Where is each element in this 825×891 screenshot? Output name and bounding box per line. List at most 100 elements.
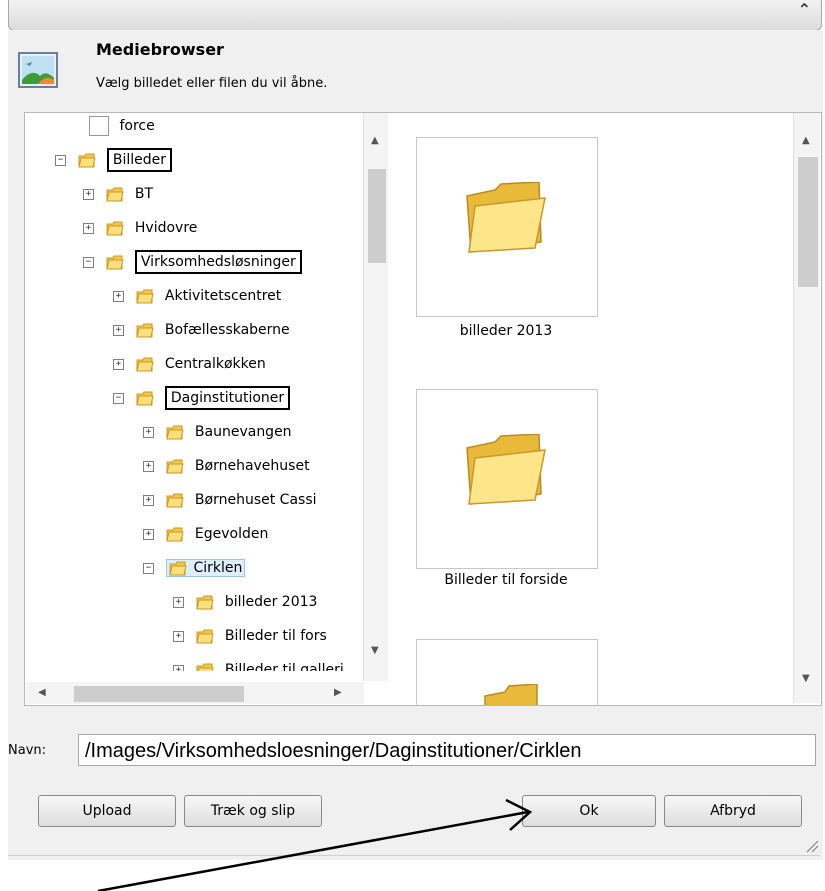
tree-node-billeder-2013[interactable]: + billeder 2013 xyxy=(173,591,317,613)
scroll-up-icon[interactable]: ▲ xyxy=(371,135,379,146)
folder-tree-pane[interactable]: force − Billeder + BT + Hvidovre − Virks… xyxy=(24,112,390,706)
file-icon xyxy=(89,116,109,136)
folder-icon xyxy=(196,663,215,671)
tree-node-label: BT xyxy=(134,186,154,202)
ok-button[interactable]: Ok xyxy=(522,795,656,827)
folder-tile[interactable] xyxy=(416,639,598,705)
tree-node-billeder[interactable]: − Billeder xyxy=(55,148,173,172)
tree-horizontal-scrollbar[interactable]: ◀ ▶ xyxy=(26,682,364,704)
dialog-bottom-border xyxy=(8,855,820,856)
collapse-toggle-icon[interactable]: − xyxy=(143,562,154,574)
folder-tile-caption: Billeder til forside xyxy=(444,572,568,588)
expand-toggle-icon[interactable]: + xyxy=(83,222,94,234)
tree-node-label: Bofællesskaberne xyxy=(164,322,290,338)
folder-icon xyxy=(136,357,155,371)
content-vertical-scrollbar[interactable]: ▲ ▼ xyxy=(793,113,820,703)
scroll-right-icon[interactable]: ▶ xyxy=(334,687,342,698)
expand-toggle-icon[interactable]: + xyxy=(173,664,184,671)
folder-icon xyxy=(169,561,188,575)
collapse-toggle-icon[interactable]: − xyxy=(83,256,94,268)
tree-node-cirklen[interactable]: − Cirklen xyxy=(143,557,246,579)
tree-node-label: Børnehuset Cassi xyxy=(194,492,317,508)
folder-icon xyxy=(106,221,125,235)
expand-toggle-icon[interactable]: + xyxy=(173,630,184,642)
tree-node-label: Daginstitutioner xyxy=(164,386,291,410)
tree-node-egevolden[interactable]: + Egevolden xyxy=(143,523,268,545)
folder-icon xyxy=(166,459,185,473)
collapse-toggle-icon[interactable]: − xyxy=(55,154,66,166)
scroll-up-icon[interactable]: ▲ xyxy=(802,135,810,146)
tree-vertical-scrollbar[interactable]: ▲ ▼ xyxy=(363,113,388,681)
expand-toggle-icon[interactable]: + xyxy=(113,324,124,336)
expand-toggle-icon[interactable]: + xyxy=(83,188,94,200)
folder-icon xyxy=(166,527,185,541)
tree-node-label: Aktivitetscentret xyxy=(164,288,282,304)
expand-toggle-icon[interactable]: + xyxy=(143,494,154,506)
scroll-down-icon[interactable]: ▼ xyxy=(371,645,379,656)
folder-icon xyxy=(196,595,215,609)
tree-node-bofaellesskaberne[interactable]: + Bofællesskaberne xyxy=(113,319,290,341)
tree-node-label: billeder 2013 xyxy=(224,594,318,610)
folder-tile[interactable] xyxy=(416,389,598,569)
resize-grip-icon[interactable] xyxy=(805,839,819,853)
tree-node-label: Billeder til galleri xyxy=(224,662,344,671)
expand-toggle-icon[interactable]: + xyxy=(143,460,154,472)
tree-node-virksomhedslosninger[interactable]: − Virksomhedsløsninger xyxy=(83,250,302,274)
folder-icon xyxy=(136,391,155,405)
folder-icon xyxy=(484,684,538,705)
cancel-button[interactable]: Afbryd xyxy=(664,795,802,827)
drag-drop-button[interactable]: Træk og slip xyxy=(184,795,322,827)
scroll-down-icon[interactable]: ▼ xyxy=(802,673,810,684)
tree-node-daginstitutioner[interactable]: − Daginstitutioner xyxy=(113,386,291,410)
collapse-icon[interactable]: ⌃ xyxy=(798,0,811,19)
folder-content-pane[interactable]: billeder 2013 Billeder til forside ▲ ▼ xyxy=(388,112,822,706)
name-label: Navn: xyxy=(8,743,47,758)
image-icon xyxy=(18,52,58,88)
folder-tile-caption: billeder 2013 xyxy=(459,323,553,339)
name-field[interactable]: /Images/Virksomhedsloesninger/Daginstitu… xyxy=(78,734,816,766)
tree-node-bornehavehuset[interactable]: + Børnehavehuset xyxy=(143,455,310,477)
tree-node-baunevangen[interactable]: + Baunevangen xyxy=(143,421,292,443)
folder-icon xyxy=(136,289,155,303)
tree-node-billeder-til-galleri[interactable]: + Billeder til galleri xyxy=(173,659,344,671)
tree-node-force[interactable]: force xyxy=(89,115,155,137)
folder-icon xyxy=(136,323,155,337)
folder-icon xyxy=(466,182,546,253)
expand-toggle-icon[interactable]: + xyxy=(143,426,154,438)
folder-icon xyxy=(78,153,97,167)
tree-node-label: Centralkøkken xyxy=(164,356,266,372)
scroll-thumb[interactable] xyxy=(368,169,386,263)
tree-node-label: Børnehavehuset xyxy=(194,458,310,474)
folder-icon xyxy=(196,629,215,643)
scroll-left-icon[interactable]: ◀ xyxy=(38,687,46,698)
tree-node-label: Cirklen xyxy=(193,560,243,576)
tree-node-label: Billeder til fors xyxy=(224,628,327,644)
expand-toggle-icon[interactable]: + xyxy=(173,596,184,608)
folder-icon xyxy=(466,434,546,505)
tree-node-label: Billeder xyxy=(106,148,173,172)
tree-node-centralkokken[interactable]: + Centralkøkken xyxy=(113,353,266,375)
folder-icon xyxy=(106,255,125,269)
tree-node-label: force xyxy=(119,118,155,134)
folder-icon xyxy=(166,493,185,507)
tree-node-label: Virksomhedsløsninger xyxy=(134,250,302,274)
tree-node-aktivitetscentret[interactable]: + Aktivitetscentret xyxy=(113,285,281,307)
tree-node-bt[interactable]: + BT xyxy=(83,183,153,205)
expand-toggle-icon[interactable]: + xyxy=(143,528,154,540)
expand-toggle-icon[interactable]: + xyxy=(113,358,124,370)
tree-node-bornehuset-cassi[interactable]: + Børnehuset Cassi xyxy=(143,489,317,511)
scroll-thumb[interactable] xyxy=(74,686,244,702)
tree-node-hvidovre[interactable]: + Hvidovre xyxy=(83,217,197,239)
upload-button[interactable]: Upload xyxy=(38,795,176,827)
selected-node-highlight[interactable]: Cirklen xyxy=(166,559,246,577)
tree-node-billeder-til-forside[interactable]: + Billeder til fors xyxy=(173,625,327,647)
tree-node-label: Baunevangen xyxy=(194,424,292,440)
window-titlebar: ⌃ xyxy=(8,0,822,31)
expand-toggle-icon[interactable]: + xyxy=(113,290,124,302)
collapse-toggle-icon[interactable]: − xyxy=(113,392,124,404)
folder-tile[interactable] xyxy=(416,137,598,317)
folder-icon xyxy=(166,425,185,439)
tree-node-label: Hvidovre xyxy=(134,220,198,236)
dialog-title: Mediebrowser xyxy=(96,40,224,59)
scroll-thumb[interactable] xyxy=(798,157,818,287)
